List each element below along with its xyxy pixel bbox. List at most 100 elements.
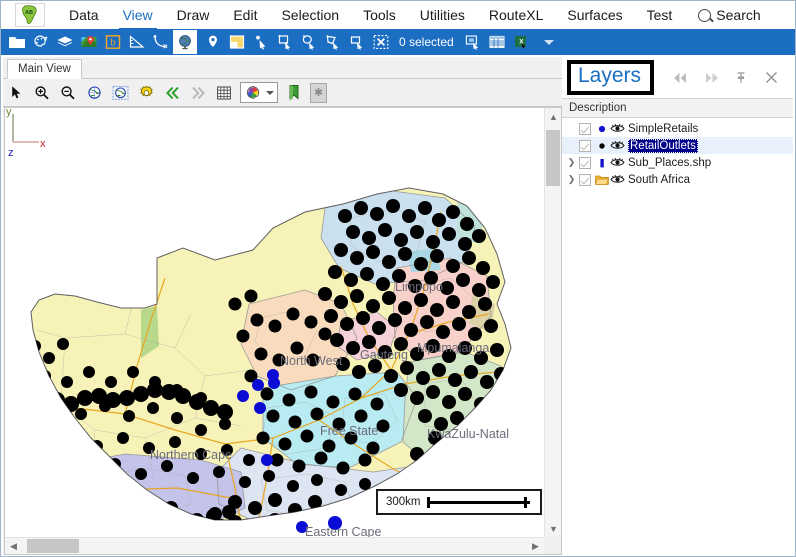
- zoom-in-icon[interactable]: [29, 81, 55, 105]
- label-free-state: Free State: [320, 424, 378, 438]
- zoom-to-selection-icon[interactable]: [461, 30, 485, 54]
- color-palette-dropdown[interactable]: [240, 82, 278, 103]
- layer-row-simpleretails[interactable]: SimpleRetails: [562, 120, 793, 137]
- zoom-full-extent-icon[interactable]: [81, 81, 107, 105]
- zoom-out-icon[interactable]: [55, 81, 81, 105]
- chevron-down-icon[interactable]: [266, 90, 274, 95]
- scroll-up-arrow[interactable]: ▲: [545, 108, 562, 125]
- layer-eye-icon[interactable]: [609, 139, 625, 153]
- layer-name-label: RetailOutlets: [628, 138, 698, 153]
- label-limpopo: Limpopo: [395, 280, 443, 294]
- settings-gear-icon[interactable]: [133, 81, 159, 105]
- map-view-container: Limpopo Gauteng Mpumalanga North West Fr…: [4, 107, 562, 555]
- layer-row-retailoutlets[interactable]: RetailOutlets: [562, 137, 793, 154]
- label-mpumalanga: Mpumalanga: [417, 341, 489, 355]
- layers-panel-actions: [667, 65, 793, 91]
- map-vertical-scrollbar[interactable]: ▲ ▼: [544, 108, 561, 537]
- clear-selection-icon[interactable]: [369, 30, 393, 54]
- scrollbar-corner: [544, 537, 561, 554]
- axis-label-y: y: [6, 108, 12, 118]
- label-northern-cape: Northern Cape: [150, 448, 232, 462]
- map-pin-base-icon[interactable]: [77, 30, 101, 54]
- layer-visibility-checkbox[interactable]: [579, 122, 591, 135]
- select-circle-icon[interactable]: [297, 30, 321, 54]
- menu-item-view[interactable]: View: [111, 4, 165, 31]
- menu-item-surfaces[interactable]: Surfaces: [555, 4, 634, 26]
- star-button[interactable]: ✱: [310, 82, 327, 103]
- chevron-down-icon[interactable]: [537, 30, 561, 54]
- map-canvas[interactable]: Limpopo Gauteng Mpumalanga North West Fr…: [5, 108, 544, 537]
- symbol-black-dot-icon: [595, 139, 609, 153]
- globe-icon[interactable]: [173, 30, 197, 54]
- layer-visibility-checkbox[interactable]: [579, 139, 591, 152]
- label-north-west: North West: [280, 354, 343, 368]
- scroll-left-arrow[interactable]: ◀: [5, 538, 22, 555]
- menu-item-utilities[interactable]: Utilities: [408, 4, 477, 26]
- select-point-icon[interactable]: [249, 30, 273, 54]
- symbol-blue-bar-icon: [595, 156, 609, 170]
- search-label: Search: [716, 7, 761, 23]
- pin-button[interactable]: [727, 65, 755, 91]
- open-folder-icon[interactable]: [5, 30, 29, 54]
- menu-item-routexl[interactable]: RouteXL: [477, 4, 555, 26]
- scroll-down-arrow[interactable]: ▼: [545, 520, 562, 537]
- tab-main-view[interactable]: Main View: [7, 59, 82, 79]
- tree-expander-icon[interactable]: ❯: [565, 171, 578, 188]
- axis-label-z: z: [8, 147, 14, 158]
- close-button[interactable]: [757, 65, 785, 91]
- layer-eye-icon[interactable]: [609, 156, 625, 170]
- export-excel-icon[interactable]: X: [509, 30, 533, 54]
- layers-stack-icon[interactable]: [53, 30, 77, 54]
- menu-item-edit[interactable]: Edit: [221, 4, 269, 26]
- palette-settings-icon[interactable]: [29, 30, 53, 54]
- symbol-folder-icon: [595, 173, 609, 187]
- layers-panel-header: Layers: [562, 57, 793, 98]
- menu-item-selection[interactable]: Selection: [269, 4, 351, 26]
- green-bookmark-icon[interactable]: [281, 81, 307, 105]
- map-horizontal-scrollbar[interactable]: ◀ ▶: [5, 537, 544, 554]
- layer-eye-icon[interactable]: [609, 173, 625, 187]
- menu-item-test[interactable]: Test: [635, 4, 685, 26]
- layers-tree[interactable]: SimpleRetails RetailOutlets ❯ Sub_Places…: [562, 119, 793, 555]
- label-kwazulu-natal: KwaZulu-Natal: [427, 427, 509, 441]
- menu-item-tools[interactable]: Tools: [351, 4, 408, 26]
- pointer-icon[interactable]: [3, 81, 29, 105]
- back-button[interactable]: [667, 65, 695, 91]
- next-extent-icon[interactable]: [185, 81, 211, 105]
- grid-icon[interactable]: [211, 81, 237, 105]
- curve-tool-icon[interactable]: [149, 30, 173, 54]
- search-icon: [698, 8, 712, 22]
- select-rectangle-icon[interactable]: [273, 30, 297, 54]
- label-eastern-cape: Eastern Cape: [305, 525, 381, 537]
- previous-extent-icon[interactable]: [159, 81, 185, 105]
- layer-row-south-africa[interactable]: ❯ South Africa: [562, 171, 793, 188]
- scale-bar-line: [426, 496, 531, 508]
- africa-logo-icon[interactable]: AB: [15, 3, 45, 27]
- layers-panel: Layers Description SimpleRetails RetailO…: [562, 57, 793, 555]
- select-box-icon[interactable]: [345, 30, 369, 54]
- menu-item-data[interactable]: Data: [57, 4, 111, 26]
- layers-column-header-label: Description: [569, 102, 627, 114]
- vertical-scroll-thumb[interactable]: [546, 130, 560, 186]
- layer-visibility-checkbox[interactable]: [579, 173, 591, 186]
- label-gauteng: Gauteng: [360, 348, 408, 362]
- forward-button[interactable]: [697, 65, 725, 91]
- search-box[interactable]: Search: [698, 7, 761, 23]
- layer-eye-icon[interactable]: [609, 122, 625, 136]
- bookmark-b-icon[interactable]: b: [101, 30, 125, 54]
- horizontal-scroll-thumb[interactable]: [27, 539, 79, 553]
- menu-item-draw[interactable]: Draw: [165, 4, 222, 26]
- tree-expander-placeholder: [565, 137, 578, 154]
- layer-visibility-checkbox[interactable]: [579, 156, 591, 169]
- layout-window-icon[interactable]: [225, 30, 249, 54]
- zoom-layer-extent-icon[interactable]: [107, 81, 133, 105]
- place-marker-icon[interactable]: [201, 30, 225, 54]
- measure-triangle-icon[interactable]: [125, 30, 149, 54]
- layer-row-sub-places[interactable]: ❯ Sub_Places.shp: [562, 154, 793, 171]
- attribute-table-icon[interactable]: [485, 30, 509, 54]
- select-polygon-icon[interactable]: [321, 30, 345, 54]
- logo-text: AB: [25, 10, 33, 16]
- view-tab-strip: Main View: [3, 57, 562, 79]
- tree-expander-icon[interactable]: ❯: [565, 154, 578, 171]
- scroll-right-arrow[interactable]: ▶: [527, 538, 544, 555]
